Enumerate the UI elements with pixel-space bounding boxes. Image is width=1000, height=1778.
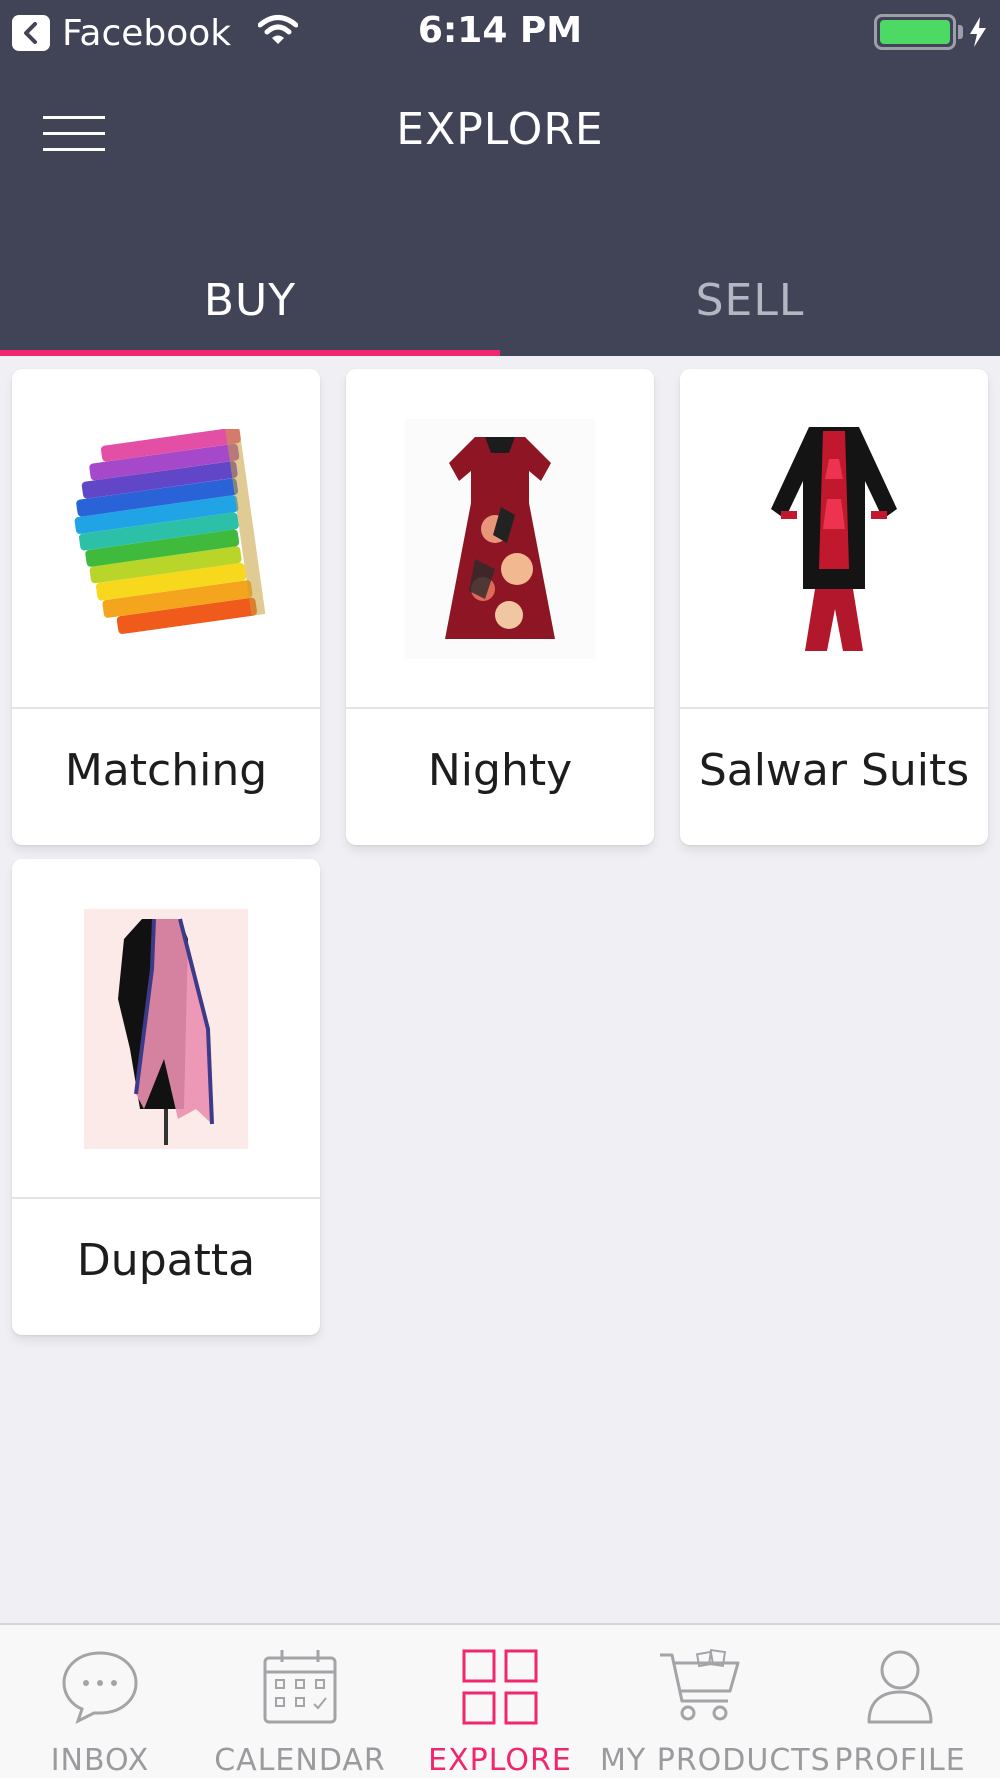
- calendar-icon: [258, 1645, 342, 1729]
- pink-dupatta-on-mannequin-image: [12, 859, 320, 1198]
- status-bar: Facebook 6:14 PM: [0, 0, 1000, 64]
- tab-label: PROFILE: [834, 1743, 966, 1778]
- charging-bolt-icon: [968, 16, 988, 52]
- tab-label: EXPLORE: [428, 1743, 572, 1778]
- explore-header: EXPLORE BUY SELL: [0, 64, 1000, 356]
- status-time: 6:14 PM: [417, 10, 583, 51]
- tab-profile[interactable]: PROFILE: [800, 1625, 1000, 1778]
- buy-sell-tabs: BUY SELL: [0, 244, 1000, 356]
- page-title: EXPLORE: [396, 104, 604, 155]
- category-card-matching[interactable]: Matching: [12, 369, 320, 845]
- tab-label: CALENDAR: [214, 1743, 386, 1778]
- tab-my-products[interactable]: MY PRODUCTS: [600, 1625, 831, 1778]
- battery-level: [880, 20, 950, 44]
- black-red-salwar-suit-image: [680, 369, 988, 708]
- battery-icon: [874, 14, 956, 50]
- shopping-cart-icon: [658, 1645, 742, 1729]
- active-tab-indicator: [0, 350, 500, 356]
- category-label: Salwar Suits: [698, 744, 970, 796]
- stacked-colorful-fabric-image: [12, 369, 320, 708]
- category-label: Nighty: [427, 744, 573, 796]
- chat-bubble-icon: [58, 1645, 142, 1729]
- category-card-dupatta[interactable]: Dupatta: [12, 859, 320, 1335]
- red-floral-nighty-dress-image: [346, 369, 654, 708]
- person-icon: [858, 1645, 942, 1729]
- grid-icon: [458, 1645, 542, 1729]
- category-label: Matching: [64, 744, 268, 796]
- category-card-nighty[interactable]: Nighty: [346, 369, 654, 845]
- bottom-tab-bar: INBOX CALENDAR EXPLORE MY PRODUCTS PROFI…: [0, 1623, 1000, 1778]
- battery-tip: [958, 25, 963, 39]
- category-label: Dupatta: [76, 1234, 256, 1286]
- tab-inbox[interactable]: INBOX: [0, 1625, 200, 1778]
- tab-sell[interactable]: SELL: [500, 244, 1000, 356]
- tab-explore[interactable]: EXPLORE: [400, 1625, 600, 1778]
- category-card-salwar-suits[interactable]: Salwar Suits: [680, 369, 988, 845]
- tab-label: INBOX: [50, 1743, 150, 1778]
- tab-calendar[interactable]: CALENDAR: [200, 1625, 400, 1778]
- tab-buy[interactable]: BUY: [0, 244, 500, 356]
- tab-label: MY PRODUCTS: [600, 1743, 831, 1778]
